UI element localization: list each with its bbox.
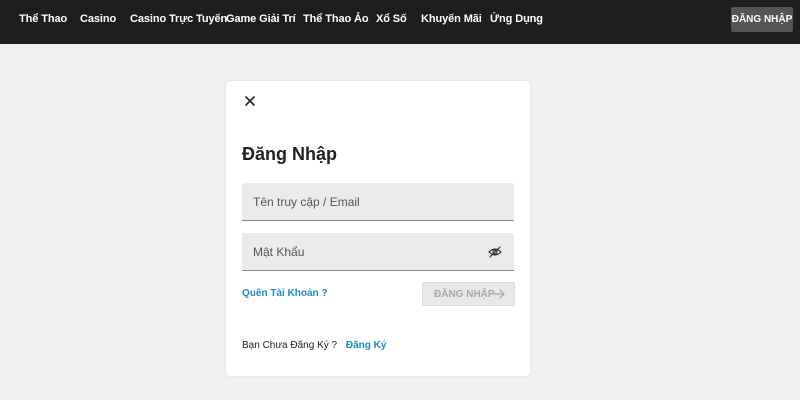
top-navigation-bar: Thể Thao Casino Casino Trực Tuyến Game G… (0, 0, 800, 44)
nav-item-the-thao[interactable]: Thể Thao (19, 13, 67, 25)
arrow-right-icon (493, 288, 505, 300)
register-row: Bạn Chưa Đăng Ký ? Đăng Ký (242, 340, 386, 351)
register-prompt: Bạn Chưa Đăng Ký ? (242, 340, 338, 351)
nav-item-ung-dung[interactable]: Ứng Dụng (490, 13, 543, 25)
submit-login-label: ĐĂNG NHẬP (434, 288, 495, 300)
nav-item-casino[interactable]: Casino (80, 13, 116, 25)
close-icon[interactable] (242, 93, 258, 109)
nav-item-the-thao-ao[interactable]: Thể Thao Ảo (303, 13, 369, 25)
password-field (242, 233, 514, 271)
nav-item-khuyen-mai[interactable]: Khuyến Mãi (421, 13, 482, 25)
nav-item-game-giai-tri[interactable]: Game Giải Trí (226, 13, 296, 25)
modal-title: Đăng Nhập (242, 144, 338, 164)
submit-login-button[interactable]: ĐĂNG NHẬP (422, 282, 515, 306)
register-link[interactable]: Đăng Ký (346, 340, 387, 351)
forgot-account-link[interactable]: Quên Tài Khoản ? (242, 288, 328, 299)
login-modal: Đăng Nhập Quên Tài Khoản ? ĐĂNG NHẬP Bạn… (226, 81, 530, 376)
username-input[interactable] (242, 183, 514, 220)
header-login-button[interactable]: ĐĂNG NHẬP (731, 7, 793, 32)
nav-item-xo-so[interactable]: Xổ Số (376, 13, 407, 25)
username-field (242, 183, 514, 221)
password-input[interactable] (242, 233, 514, 270)
eye-slash-icon[interactable] (488, 245, 502, 258)
nav-item-casino-truc-tuyen[interactable]: Casino Trực Tuyến (130, 13, 227, 25)
